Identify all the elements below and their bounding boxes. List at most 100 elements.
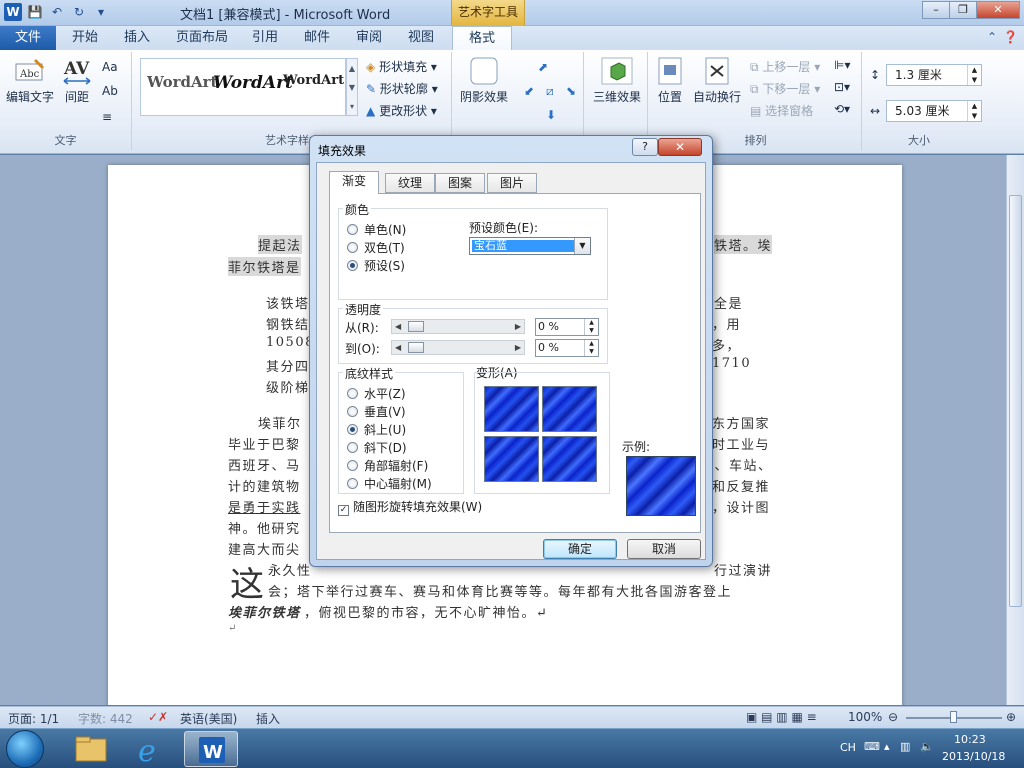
tab-format[interactable]: 格式 xyxy=(452,26,513,50)
word-logo-icon[interactable]: W xyxy=(4,3,22,21)
cancel-button[interactable]: 取消 xyxy=(627,539,701,559)
radio-from-corner[interactable]: 角部辐射(F) xyxy=(347,457,428,474)
doc-fragment-6[interactable]: 东方国家 xyxy=(712,413,770,432)
rotate-with-shape-checkbox[interactable]: ✓ 随图形旋转填充效果(W) xyxy=(338,498,482,516)
chevron-down-icon[interactable]: ▼ xyxy=(574,238,590,254)
minimize-button[interactable]: – xyxy=(922,1,950,19)
doc-bold-name[interactable]: 埃菲尔铁塔 xyxy=(228,602,301,621)
doc-line-14[interactable]: 建高大而尖 xyxy=(228,539,301,558)
doc-line-7[interactable]: 级阶梯 xyxy=(266,377,310,396)
tab-view[interactable]: 视图 xyxy=(408,26,434,50)
doc-line-17[interactable]: ，俯视巴黎的市容，无不心旷神怡。↵ xyxy=(304,602,548,621)
redo-icon[interactable]: ↻ xyxy=(70,3,88,21)
radio-from-center[interactable]: 中心辐射(M) xyxy=(347,475,432,492)
tab-home[interactable]: 开始 xyxy=(72,26,98,50)
from-slider[interactable]: ◀ ▶ xyxy=(391,319,525,334)
radio-two-colors[interactable]: 双色(T) xyxy=(347,239,405,256)
tab-references[interactable]: 引用 xyxy=(252,26,278,50)
taskbar-word-icon[interactable]: W xyxy=(184,731,238,767)
zoom-slider-thumb[interactable] xyxy=(950,711,957,723)
doc-line-8[interactable]: 埃菲尔 xyxy=(258,413,302,432)
zoom-in-icon[interactable]: ⊕ xyxy=(1006,710,1016,724)
doc-line-10[interactable]: 西班牙、马 xyxy=(228,455,301,474)
variant-2[interactable] xyxy=(542,386,597,432)
rotate-icon[interactable]: ⟲▾ xyxy=(834,102,850,116)
ok-button[interactable]: 确定 xyxy=(543,539,617,559)
doc-line-3[interactable]: 该铁塔 xyxy=(266,293,310,312)
radio-one-color[interactable]: 单色(N) xyxy=(347,221,406,238)
dialog-help-button[interactable]: ? xyxy=(632,138,658,156)
collapse-ribbon-icon[interactable]: ⌃ xyxy=(987,30,997,44)
tab-pattern[interactable]: 图案 xyxy=(435,173,486,193)
tray-arrow-icon[interactable]: ▴ xyxy=(884,740,890,753)
radio-diagonal-down[interactable]: 斜下(D) xyxy=(347,439,407,456)
doc-fragment-2[interactable]: 全是 xyxy=(714,293,743,312)
nudge-left-icon[interactable]: ⬋ xyxy=(524,84,534,98)
doc-line-4[interactable]: 钢铁结 xyxy=(266,314,310,333)
doc-fragment-4[interactable]: 多， xyxy=(712,335,741,354)
network-icon[interactable]: ▥ xyxy=(900,740,910,753)
selection-pane-button[interactable]: ▤ 选择窗格 xyxy=(750,102,813,119)
variant-4[interactable] xyxy=(542,436,597,482)
even-height-button[interactable]: Aa xyxy=(102,60,118,74)
doc-fragment-7[interactable]: 时工业与 xyxy=(712,434,770,453)
shape-fill-button[interactable]: ◈ 形状填充 ▾ xyxy=(366,58,437,75)
volume-icon[interactable]: 🔈 xyxy=(920,740,934,753)
shape-outline-button[interactable]: ✎ 形状轮廓 ▾ xyxy=(366,80,438,97)
doc-line-6[interactable]: 其分四 xyxy=(266,356,310,375)
preset-colors-select[interactable]: 宝石蓝 ▼ xyxy=(469,237,591,255)
doc-line-1[interactable]: 提起法 xyxy=(258,235,302,254)
doc-fragment-11[interactable]: 行过演讲 xyxy=(714,560,772,579)
doc-line-16[interactable]: 会；塔下举行过赛车、赛马和体育比赛等等。每年都有大批各国游客登上 xyxy=(268,581,732,600)
shadow-toggle-icon[interactable]: ⧄ xyxy=(546,84,554,99)
doc-fragment-5[interactable]: 1710 xyxy=(712,356,751,371)
input-language[interactable]: CH xyxy=(840,741,856,754)
scroll-thumb[interactable] xyxy=(1009,195,1022,607)
help-icon[interactable]: ❓ xyxy=(1003,30,1018,44)
doc-fragment-9[interactable]: 和反复推 xyxy=(712,476,770,495)
vertical-scrollbar[interactable] xyxy=(1006,155,1024,705)
insert-mode[interactable]: 插入 xyxy=(256,710,280,727)
wordart-sample-1[interactable]: WordArt xyxy=(147,73,218,91)
height-spinner[interactable]: ▲ ▼ xyxy=(967,65,981,85)
3d-effects-button[interactable]: 三维效果 xyxy=(588,56,646,105)
send-backward-button[interactable]: ⧉ 下移一层 ▾ xyxy=(750,80,820,97)
wordart-sample-2[interactable]: WordArt xyxy=(213,73,293,93)
customize-qat-icon[interactable]: ▾ xyxy=(92,3,110,21)
language-indicator[interactable]: 英语(美国) xyxy=(180,710,237,727)
radio-preset[interactable]: 预设(S) xyxy=(347,257,405,274)
shadow-effects-button[interactable]: 阴影效果 xyxy=(456,56,512,105)
nudge-down-icon[interactable]: ⬇ xyxy=(546,108,556,122)
from-value-field[interactable]: 0 % ▲ ▼ xyxy=(535,318,599,336)
doc-line-2[interactable]: 菲尔铁塔是 xyxy=(228,257,301,276)
clock-time[interactable]: 10:23 xyxy=(954,733,986,746)
doc-line-5[interactable]: 10508 xyxy=(266,335,315,350)
radio-horizontal[interactable]: 水平(Z) xyxy=(347,385,406,402)
doc-fragment-10[interactable]: ，设计图 xyxy=(712,497,770,516)
page-count[interactable]: 页面: 1/1 xyxy=(8,710,59,727)
nudge-right-icon[interactable]: ⬊ xyxy=(566,84,576,98)
view-buttons-icon[interactable]: ▣ ▤ ▥ ▦ ≡ xyxy=(746,710,817,724)
variant-3[interactable] xyxy=(484,436,539,482)
wrap-text-button[interactable]: 自动换行 xyxy=(692,56,742,105)
radio-diagonal-up[interactable]: 斜上(U) xyxy=(347,421,406,438)
doc-line-12[interactable]: 是勇于实践 xyxy=(228,497,301,516)
bring-forward-button[interactable]: ⧉ 上移一层 ▾ xyxy=(750,58,820,75)
doc-line-13[interactable]: 神。他研究 xyxy=(228,518,301,537)
doc-line-11[interactable]: 计的建筑物 xyxy=(228,476,301,495)
wordart-gallery[interactable]: WordArt WordArt WordArt xyxy=(140,58,346,116)
group-objects-icon[interactable]: ⊡▾ xyxy=(834,80,850,94)
zoom-level[interactable]: 100% xyxy=(848,710,882,724)
tab-gradient[interactable]: 渐变 xyxy=(329,171,380,194)
drop-cap[interactable]: 这 xyxy=(230,557,264,606)
gallery-scroll[interactable]: ▲ ▼ ▾ xyxy=(346,58,358,116)
tab-insert[interactable]: 插入 xyxy=(124,26,150,50)
keyboard-icon[interactable]: ⌨ xyxy=(864,740,880,753)
spacing-button[interactable]: AV 间距 xyxy=(58,56,96,105)
to-slider-thumb[interactable] xyxy=(408,342,424,353)
align-icon[interactable]: ⊫▾ xyxy=(834,58,850,72)
variant-1[interactable] xyxy=(484,386,539,432)
doc-line-15[interactable]: 永久性 xyxy=(268,560,312,579)
tab-mailings[interactable]: 邮件 xyxy=(304,26,330,50)
restore-button[interactable]: ❐ xyxy=(949,1,977,19)
